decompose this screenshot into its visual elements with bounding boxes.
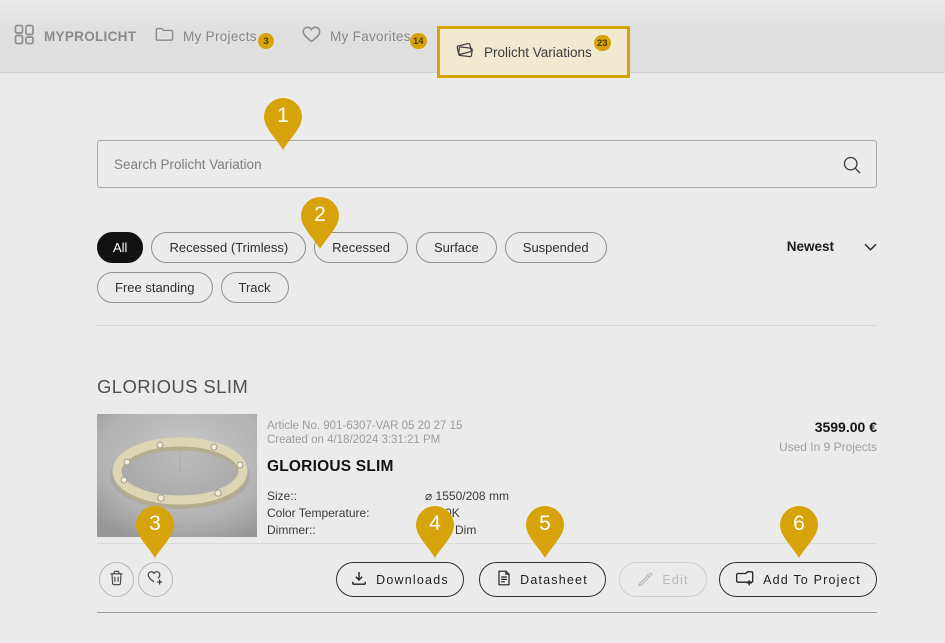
favorite-add-button[interactable] <box>138 562 173 597</box>
created-date: Created on 4/18/2024 3:31:21 PM <box>267 434 441 446</box>
product-details: Article No. 901-6307-VAR 05 20 27 15 Cre… <box>267 419 509 539</box>
annotation-marker-5: 5 <box>526 506 564 559</box>
myprolicht-page: MYPROLICHT My Projects 3 My Favorites 14 <box>0 0 945 643</box>
search-input[interactable] <box>98 141 876 187</box>
divider <box>97 325 877 326</box>
chip-free-standing[interactable]: Free standing <box>97 272 213 303</box>
delete-button[interactable] <box>99 562 134 597</box>
tab-prolicht-variations[interactable]: Prolicht Variations <box>437 26 630 78</box>
spec-value-dimmer: DALI Dim <box>425 523 477 537</box>
chip-track[interactable]: Track <box>220 272 289 303</box>
sort-label: Newest <box>786 239 834 254</box>
spec-label-color-temperature: Color Temperature: <box>267 506 370 520</box>
marker-number: 5 <box>539 512 551 535</box>
button-label: Datasheet <box>520 572 588 587</box>
datasheet-button[interactable]: Datasheet <box>479 562 606 597</box>
edit-button[interactable]: Edit <box>619 562 707 597</box>
tab-label: My Projects <box>183 28 257 44</box>
heart-icon <box>302 26 321 46</box>
spec-label-size: Size:: <box>267 489 298 503</box>
section-title: GLORIOUS SLIM <box>97 376 249 397</box>
search-bar <box>97 140 877 188</box>
chip-recessed-trimless[interactable]: Recessed (Trimless) <box>151 232 307 263</box>
spec-value-size: ⌀ 1550/208 mm <box>425 489 509 503</box>
document-icon <box>497 570 511 589</box>
filter-chip-row-1: All Recessed (Trimless) Recessed Surface… <box>97 232 607 263</box>
chip-recessed[interactable]: Recessed <box>314 232 408 263</box>
tab-my-projects[interactable]: My Projects <box>155 0 257 72</box>
top-navigation-bar: MYPROLICHT My Projects 3 My Favorites 14 <box>0 0 945 78</box>
button-label: Edit <box>662 572 689 587</box>
favorites-count-badge: 14 <box>410 33 427 49</box>
product-name: GLORIOUS SLIM <box>267 458 394 475</box>
pencil-icon <box>637 570 653 589</box>
chip-surface[interactable]: Surface <box>415 232 497 263</box>
price-box: 3599.00 € Used In 9 Projects <box>657 419 877 454</box>
sort-dropdown[interactable]: Newest <box>787 231 877 262</box>
projects-count-badge: 3 <box>258 33 274 49</box>
downloads-button[interactable]: Downloads <box>336 562 464 597</box>
add-to-project-button[interactable]: Add To Project <box>719 562 877 597</box>
myprolicht-logo[interactable]: MYPROLICHT <box>14 0 136 72</box>
chevron-down-icon <box>864 238 877 256</box>
used-in-projects: Used In 9 Projects <box>778 440 877 454</box>
logo-label: MYPROLICHT <box>44 28 137 44</box>
folder-icon <box>155 27 174 45</box>
button-label: Downloads <box>376 572 449 587</box>
marker-number: 1 <box>277 104 289 127</box>
chip-suspended[interactable]: Suspended <box>504 232 607 263</box>
variations-icon <box>455 41 475 63</box>
spec-label-dimmer: Dimmer:: <box>267 523 316 537</box>
product-price: 3599.00 € <box>814 419 877 435</box>
search-icon[interactable] <box>842 155 862 180</box>
divider <box>97 543 877 544</box>
tab-label: Prolicht Variations <box>484 44 592 60</box>
product-specs: Size:: ⌀ 1550/208 mm Color Temperature: … <box>267 488 509 539</box>
button-label: Add To Project <box>763 572 861 587</box>
chip-all[interactable]: All <box>97 232 144 263</box>
download-icon <box>351 571 367 589</box>
annotation-marker-6: 6 <box>780 506 818 559</box>
marker-number: 6 <box>793 512 805 535</box>
tab-label: My Favorites <box>330 28 411 44</box>
product-thumbnail[interactable] <box>97 414 257 537</box>
divider <box>97 612 877 613</box>
grid-logo-icon <box>14 24 35 48</box>
variations-count-badge: 23 <box>594 35 611 51</box>
trash-icon <box>109 570 124 589</box>
article-number: Article No. 901-6307-VAR 05 20 27 15 <box>267 420 463 432</box>
spec-value-color-temperature: 3000K <box>425 506 460 520</box>
heart-plus-icon <box>147 570 164 589</box>
tab-my-favorites[interactable]: My Favorites <box>302 0 411 72</box>
marker-number: 2 <box>314 203 326 226</box>
filter-chip-row-2: Free standing Track <box>97 272 289 303</box>
folder-plus-icon <box>735 570 754 590</box>
